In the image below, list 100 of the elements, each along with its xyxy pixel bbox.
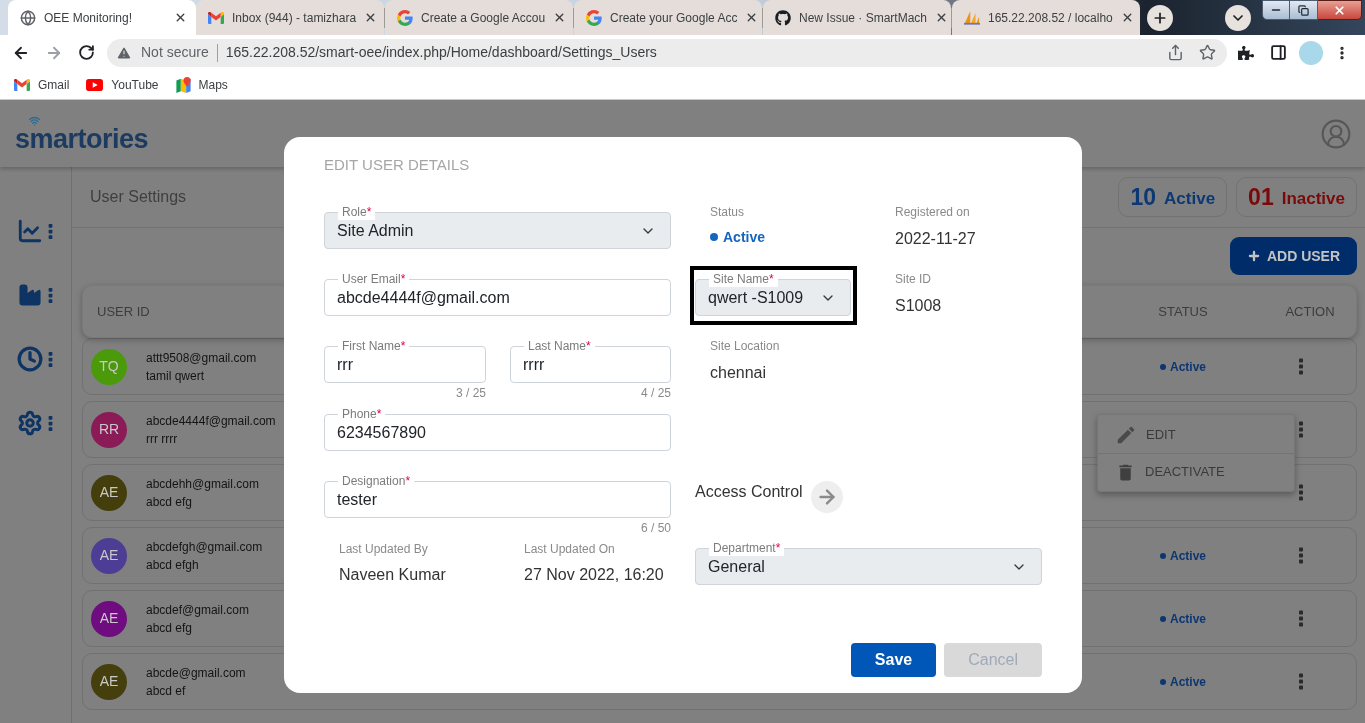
info-label: Status <box>710 205 746 219</box>
settings-icon <box>17 410 43 436</box>
add-user-button[interactable]: ADD USER <box>1230 237 1357 275</box>
mail-logo-icon <box>14 78 30 91</box>
more-options-icon[interactable] <box>1299 484 1303 501</box>
bookmark[interactable]: YouTube <box>86 75 159 94</box>
stat-count: 01 <box>1248 184 1274 210</box>
avatar: AE <box>91 600 127 637</box>
user-email: abcdef@gmail.com <box>146 601 249 619</box>
browser-tab[interactable]: Inbox (944) - tamizhara <box>196 0 384 35</box>
character-counter: 3 / 25 <box>455 386 486 400</box>
avatar: TQ <box>91 348 127 385</box>
info-label: Last Updated On <box>524 542 616 556</box>
user-name: rrr rrrr <box>146 430 179 448</box>
star-icon[interactable] <box>1199 44 1216 61</box>
security-label[interactable]: Not secure <box>141 42 209 63</box>
user-email: attt9508@gmail.com <box>146 349 257 367</box>
reload-icon[interactable] <box>78 44 95 61</box>
access-control-label: Access Control <box>695 482 803 502</box>
kebab-icon <box>48 351 53 367</box>
info-label: Registered on <box>895 205 971 219</box>
column-header: USER ID <box>97 303 150 319</box>
browser-tab[interactable]: New Issue · SmartMach <box>763 0 951 35</box>
field-label: Role* <box>338 204 376 220</box>
avatar: AE <box>91 474 127 511</box>
kebab-icon <box>48 287 53 303</box>
more-options-icon[interactable] <box>1299 673 1303 690</box>
stat-label: Active <box>1164 188 1216 209</box>
user-email: abcdehh@gmail.com <box>146 475 259 493</box>
warning-icon <box>116 44 132 61</box>
stat-count: 10 <box>1130 184 1157 210</box>
g-logo-icon <box>586 9 602 26</box>
browser-tab[interactable]: 165.22.208.52 / localho <box>952 0 1140 35</box>
status-text: Active <box>1170 610 1206 628</box>
dialog-title: EDIT USER DETAILS <box>324 156 470 173</box>
line-chart-icon <box>17 218 43 244</box>
info-value: S1008 <box>895 296 942 316</box>
status-text: Active <box>1170 547 1206 565</box>
logo-text: smartories <box>15 124 149 153</box>
column-header: STATUS <box>1158 302 1208 321</box>
stat-label: Inactive <box>1281 188 1345 209</box>
info-label: Site ID <box>895 272 932 286</box>
user-name: abcd efg <box>146 493 194 511</box>
play-logo-icon <box>86 78 104 91</box>
restore-icon <box>1298 4 1309 16</box>
puzzle-icon[interactable] <box>1238 44 1254 61</box>
more-options-icon[interactable] <box>1299 358 1303 375</box>
user-email: abcde4444f@gmail.com <box>146 412 276 430</box>
info-value: chennai <box>710 363 768 383</box>
more-options-icon[interactable] <box>1299 547 1303 564</box>
info-value: 2022-11-27 <box>895 229 976 249</box>
avatar: RR <box>91 411 127 448</box>
dialog-button[interactable]: Save <box>850 643 937 677</box>
field-label: Site Name* <box>709 271 778 287</box>
share-icon[interactable] <box>1167 44 1184 61</box>
address-bar[interactable]: Not secure 165.22.208.52/smart-oee/index.php/Home/dashboard/Settings_Users <box>107 38 1227 67</box>
restore-button[interactable] <box>1290 0 1318 20</box>
browser-tab[interactable]: Create a Google Accou <box>385 0 573 35</box>
close-icon[interactable] <box>174 11 187 24</box>
user-email: abcdefgh@gmail.com <box>146 538 263 556</box>
g-logo-icon <box>397 9 413 26</box>
user-name: abcd ef <box>146 682 187 700</box>
globe-icon <box>20 9 36 26</box>
plus-icon <box>1246 249 1261 263</box>
side-panel-icon[interactable] <box>1270 44 1287 61</box>
avatar: AE <box>91 663 127 700</box>
kebab-icon <box>48 223 53 239</box>
field-label: Designation* <box>338 473 415 489</box>
page-title: User Settings <box>90 187 187 207</box>
browser-tab[interactable]: OEE Monitoring! <box>8 0 196 35</box>
map-pin-icon <box>175 76 191 93</box>
user-name: abcd efg <box>146 619 194 637</box>
info-value: Naveen Kumar <box>339 565 447 585</box>
info-label: Site Location <box>710 339 781 353</box>
kebab-icon <box>48 415 53 431</box>
more-options-icon[interactable] <box>1299 610 1303 627</box>
field-label: Department* <box>709 540 785 556</box>
status-text: Active <box>1170 358 1206 376</box>
info-value: 27 Nov 2022, 16:20 <box>524 565 665 585</box>
bookmark[interactable]: Maps <box>175 75 228 94</box>
more-options-icon[interactable] <box>1299 421 1303 438</box>
user-name: tamil qwert <box>146 367 205 385</box>
clock-icon <box>17 346 43 372</box>
arrow-button[interactable] <box>810 481 843 513</box>
user-email: abcde@gmail.com <box>146 664 246 682</box>
window-close-button[interactable] <box>1318 0 1362 20</box>
browser-tab[interactable]: Create your Google Acc <box>574 0 762 35</box>
factory-icon <box>17 282 43 308</box>
bookmark[interactable]: Gmail <box>14 75 70 94</box>
tab-search-button[interactable] <box>1225 4 1251 31</box>
column-header: ACTION <box>1285 302 1335 321</box>
mail-logo-icon <box>208 11 224 24</box>
info-label: Last Updated By <box>339 542 429 556</box>
close-icon <box>1333 3 1346 17</box>
user-name: abcd efgh <box>146 556 200 574</box>
url-text[interactable]: 165.22.208.52/smart-oee/index.php/Home/dashboard/Settings_Users <box>225 42 657 63</box>
minimize-button[interactable] <box>1262 0 1290 20</box>
character-counter: 6 / 50 <box>640 521 671 535</box>
avatar: AE <box>91 537 127 574</box>
new-tab-button[interactable] <box>1147 4 1173 31</box>
